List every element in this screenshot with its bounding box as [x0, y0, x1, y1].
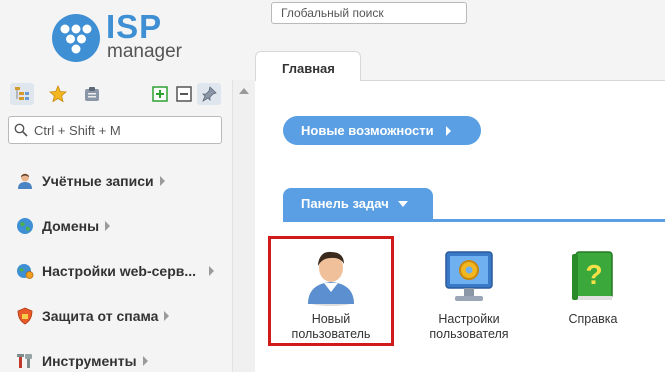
sidebar-item-label: Домены	[42, 217, 100, 234]
globe-icon	[15, 216, 35, 236]
tile-label: Новый пользователь	[291, 312, 371, 341]
new-user-icon	[308, 251, 354, 306]
chevron-right-icon	[159, 175, 165, 186]
sidebar-nav: Учётные записи Домены Настройки web-серв…	[0, 158, 232, 383]
sidebar-item-domains[interactable]: Домены	[0, 203, 232, 248]
global-search-input[interactable]	[281, 6, 461, 20]
task-panel-header[interactable]: Панель задач	[283, 188, 433, 219]
task-panel-divider	[283, 219, 665, 222]
tile-label: Настройки пользователя	[429, 312, 509, 341]
sidebar-search-input[interactable]	[34, 122, 214, 138]
tree-view-icon[interactable]	[10, 83, 34, 105]
logo-mark-icon	[52, 14, 100, 62]
chevron-right-icon	[105, 220, 111, 231]
star-icon[interactable]	[46, 83, 70, 105]
sidebar-toolbar	[8, 80, 226, 108]
task-panel-label: Панель задач	[301, 196, 389, 211]
tools-icon	[15, 351, 35, 371]
global-search[interactable]	[271, 2, 467, 24]
user-settings-icon	[445, 251, 493, 301]
chevron-right-icon	[445, 125, 451, 136]
sidebar-item-label: Инструменты	[42, 352, 137, 369]
sidebar-item-label: Учётные записи	[42, 172, 154, 189]
sidebar-scrollbar[interactable]	[232, 80, 255, 372]
sidebar-search[interactable]	[8, 116, 222, 144]
shield-icon	[15, 306, 35, 326]
user-icon	[15, 171, 35, 191]
chevron-down-icon	[397, 200, 408, 207]
task-tile-help[interactable]: ? Справка	[533, 246, 653, 327]
search-icon	[14, 123, 28, 137]
chevron-right-icon	[164, 310, 170, 321]
logo-product: manager	[107, 41, 182, 62]
news-button[interactable]: Новые возможности	[283, 116, 481, 145]
sidebar-item-tools[interactable]: Инструменты	[0, 338, 232, 383]
pin-icon[interactable]	[197, 83, 221, 105]
help-book-icon: ?	[572, 251, 613, 300]
ispmanager-logo[interactable]: ISP manager	[50, 8, 190, 66]
scroll-up-arrow-icon[interactable]	[239, 88, 249, 94]
chevron-right-icon	[142, 355, 148, 366]
sidebar-item-label: Защита от спама	[42, 307, 159, 324]
svg-text:?: ?	[585, 259, 602, 290]
task-tile-new-user[interactable]: Новый пользователь	[271, 246, 391, 342]
sidebar-item-label: Настройки web-серв...	[42, 262, 197, 279]
clipboard-icon[interactable]	[80, 83, 104, 105]
sidebar-item-accounts[interactable]: Учётные записи	[0, 158, 232, 203]
news-button-label: Новые возможности	[301, 123, 434, 138]
chevron-right-icon	[209, 265, 215, 276]
sidebar-item-web-settings[interactable]: Настройки web-серв...	[0, 248, 232, 293]
collapse-all-icon[interactable]	[172, 83, 196, 105]
sidebar-item-spam-protection[interactable]: Защита от спама	[0, 293, 232, 338]
sidebar: ISP manager Учётные записи	[0, 0, 232, 372]
expand-all-icon[interactable]	[148, 83, 172, 105]
tab-home[interactable]: Главная	[255, 51, 361, 81]
tile-label: Справка	[568, 312, 618, 326]
task-tile-user-settings[interactable]: Настройки пользователя	[409, 246, 529, 342]
web-settings-icon	[15, 261, 35, 281]
